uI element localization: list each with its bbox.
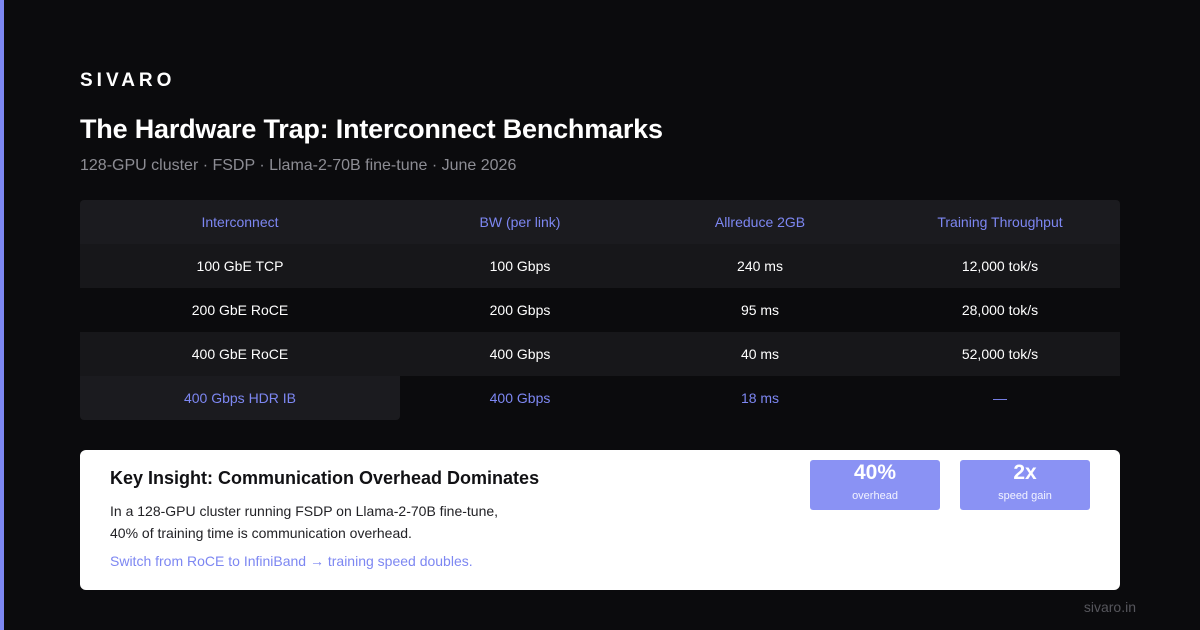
key-insight-card: Key Insight: Communication Overhead Domi… [80, 450, 1120, 590]
page-subtitle: 128-GPU cluster · FSDP · Llama-2-70B fin… [80, 157, 517, 174]
insight-title: Key Insight: Communication Overhead Domi… [110, 468, 540, 488]
stat-value: 40% [853, 461, 897, 484]
table-cell: 28,000 tok/s [961, 302, 1039, 318]
column-header-bandwidth: BW (per link) [479, 214, 561, 230]
table-cell: 400 Gbps [489, 346, 551, 362]
table-cell: 40 ms [740, 346, 780, 362]
table-cell: 12,000 tok/s [961, 258, 1039, 274]
table-cell: 18 ms [740, 390, 780, 406]
table-cell: 400 GbE RoCE [191, 346, 289, 362]
stat-badge-overhead: 40% overhead [810, 460, 940, 510]
column-header-interconnect: Interconnect [201, 214, 279, 230]
brand-logo: SIVARO [80, 70, 176, 91]
insight-body-line: In a 128-GPU cluster running FSDP on Lla… [110, 503, 499, 519]
insight-body-line: 40% of training time is communication ov… [110, 525, 412, 541]
table-cell: 400 Gbps HDR IB [80, 376, 400, 420]
table-row: 100 GbE TCP 100 Gbps 240 ms 12,000 tok/s [80, 244, 1120, 288]
column-header-allreduce: Allreduce 2GB [714, 214, 806, 230]
stat-label: speed gain [998, 490, 1052, 502]
table-cell: 200 GbE RoCE [191, 302, 289, 318]
stat-label: overhead [852, 490, 898, 502]
stat-badge-speed-gain: 2x speed gain [960, 460, 1090, 510]
insight-body: In a 128-GPU cluster running FSDP on Lla… [110, 500, 530, 544]
table-header-row: Interconnect BW (per link) Allreduce 2GB… [80, 200, 1120, 244]
column-header-throughput: Training Throughput [937, 214, 1063, 230]
benchmark-table: Interconnect BW (per link) Allreduce 2GB… [80, 200, 1120, 420]
accent-bar [0, 0, 4, 630]
table-cell: — [993, 390, 1007, 406]
table-cell: 100 GbE TCP [196, 258, 284, 274]
table-cell: 200 Gbps [489, 302, 551, 318]
table-cell: 52,000 tok/s [961, 346, 1039, 362]
table-row-highlighted: 400 Gbps HDR IB 400 Gbps 18 ms — [80, 376, 1120, 420]
table-row: 200 GbE RoCE 200 Gbps 95 ms 28,000 tok/s [80, 288, 1120, 332]
stat-value: 2x [1013, 461, 1037, 484]
table-row: 400 GbE RoCE 400 Gbps 40 ms 52,000 tok/s [80, 332, 1120, 376]
table-cell: 95 ms [740, 302, 780, 318]
insight-callout: Switch from RoCE to InfiniBand → trainin… [110, 553, 473, 569]
footer-url: sivaro.in [1083, 599, 1136, 615]
page-title: The Hardware Trap: Interconnect Benchmar… [80, 114, 663, 144]
table-cell: 100 Gbps [489, 258, 551, 274]
table-cell: 240 ms [737, 258, 783, 274]
table-cell: 400 Gbps [489, 390, 551, 406]
